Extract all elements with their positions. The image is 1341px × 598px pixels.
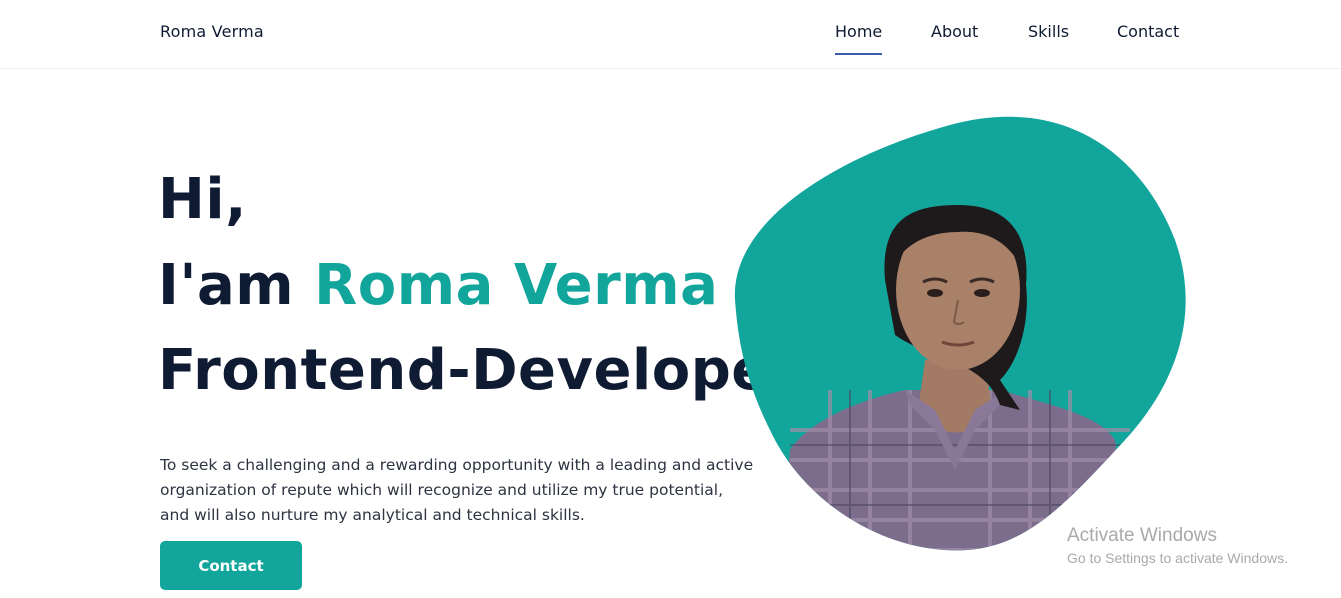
hero-name: Roma Verma (314, 253, 719, 318)
hero-description: To seek a challenging and a rewarding op… (160, 453, 800, 528)
description-line: organization of repute which will recogn… (160, 481, 724, 499)
contact-button[interactable]: Contact (160, 541, 302, 590)
hero-intro-prefix: I'am (158, 253, 295, 318)
nav-contact[interactable]: Contact (1117, 22, 1179, 41)
description-line: and will also nurture my analytical and … (160, 506, 585, 524)
activate-title: Activate Windows (1067, 525, 1217, 546)
hero-intro: I'am Roma Verma (158, 258, 718, 314)
windows-activation-watermark: Activate Windows Go to Settings to activ… (1067, 525, 1288, 566)
nav-home[interactable]: Home (835, 22, 883, 55)
hero-greeting: Hi, (158, 167, 247, 232)
activate-subtitle: Go to Settings to activate Windows. (1067, 550, 1288, 566)
hero-role: Frontend-Developer (158, 338, 798, 403)
nav-skills[interactable]: Skills (1028, 22, 1069, 41)
main-nav: Home About Skills Contact (0, 22, 1341, 62)
site-header: Roma Verma Home About Skills Contact (0, 0, 1341, 69)
description-line: To seek a challenging and a rewarding op… (160, 456, 754, 474)
nav-about[interactable]: About (931, 22, 978, 41)
